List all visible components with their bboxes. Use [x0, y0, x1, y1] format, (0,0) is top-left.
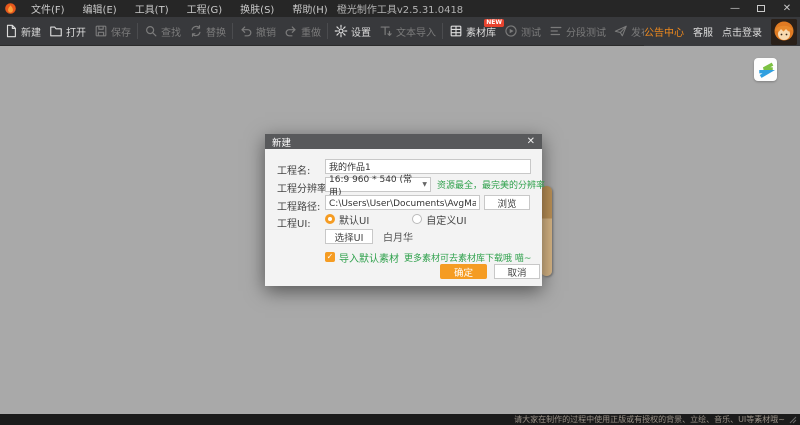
s-logo-icon: [757, 61, 775, 79]
resolution-label: 工程分辨率:: [277, 180, 330, 195]
default-ui-radio[interactable]: [325, 214, 335, 224]
menu-edit[interactable]: 编辑(E): [74, 1, 126, 16]
avatar-image: [771, 19, 797, 45]
play-circle-icon: [504, 24, 518, 38]
ok-button[interactable]: 确定: [440, 264, 487, 279]
menubar: 文件(F) 编辑(E) 工具(T) 工程(G) 换肤(S) 帮助(H) 橙光制作…: [0, 0, 800, 17]
dropdown-arrow-icon: ▼: [419, 181, 427, 188]
redo-button[interactable]: 重做: [280, 17, 325, 45]
ui-theme-name: 白月华: [383, 229, 413, 244]
replace-icon: [189, 24, 203, 38]
project-ui-label: 工程UI:: [277, 215, 311, 230]
segment-test-button[interactable]: 分段测试: [545, 17, 610, 45]
toolbar-label: 分段测试: [566, 24, 606, 39]
toolbar-label: 打开: [66, 24, 86, 39]
paper-plane-icon: [614, 24, 628, 38]
background-scroll-handle: [541, 186, 552, 276]
menu-skin[interactable]: 换肤(S): [231, 1, 283, 16]
toolbar-separator: [442, 23, 443, 39]
text-import-button[interactable]: 文本导入: [375, 17, 440, 45]
save-icon: [94, 24, 108, 38]
segment-list-icon: [549, 24, 563, 38]
replace-button[interactable]: 替换: [185, 17, 230, 45]
customer-service-link[interactable]: 客服: [693, 24, 713, 39]
open-folder-icon: [49, 24, 63, 38]
resolution-value: 16:9 960 * 540 (常用): [329, 172, 419, 198]
toolbar-label: 文本导入: [396, 24, 436, 39]
statusbar: 请大家在制作的过程中使用正版或有授权的背景、立绘、音乐、UI等素材哦~: [0, 414, 800, 425]
resolution-hint: 资源最全，最完美的分辨率: [437, 178, 545, 191]
undo-icon: [239, 24, 253, 38]
default-ui-radio-label: 默认UI: [339, 212, 369, 227]
window-controls: — ✕: [722, 0, 800, 17]
announcement-center-link[interactable]: 公告中心: [644, 24, 684, 39]
open-project-button[interactable]: 打开: [45, 17, 90, 45]
menu-help[interactable]: 帮助(H): [283, 1, 336, 16]
statusbar-notice: 请大家在制作的过程中使用正版或有授权的背景、立绘、音乐、UI等素材哦~: [514, 414, 785, 425]
user-avatar[interactable]: [771, 19, 797, 45]
login-link[interactable]: 点击登录: [722, 24, 762, 39]
minimize-button[interactable]: —: [722, 0, 748, 17]
material-library-button[interactable]: 素材库 NEW: [445, 17, 500, 45]
import-material-checkbox[interactable]: ✓: [325, 252, 335, 262]
toolbar-label: 保存: [111, 24, 131, 39]
custom-ui-radio[interactable]: [412, 214, 422, 224]
resolution-select[interactable]: 16:9 960 * 540 (常用) ▼: [325, 177, 431, 192]
redo-icon: [284, 24, 298, 38]
browse-button[interactable]: 浏览: [484, 195, 530, 210]
toolbar-label: 查找: [161, 24, 181, 39]
undo-button[interactable]: 撤销: [235, 17, 280, 45]
menu-tools[interactable]: 工具(T): [126, 1, 178, 16]
toolbar-separator: [137, 23, 138, 39]
app-logo-icon: [4, 2, 17, 15]
new-project-dialog: 新建 ✕ 工程名: 工程分辨率: 16:9 960 * 540 (常用) ▼ 资…: [265, 134, 542, 286]
toolbar-label: 新建: [21, 24, 41, 39]
toolbar-label: 设置: [351, 24, 371, 39]
maximize-button[interactable]: [748, 0, 774, 17]
settings-button[interactable]: 设置: [330, 17, 375, 45]
text-import-icon: [379, 24, 393, 38]
dialog-titlebar[interactable]: 新建 ✕: [265, 134, 542, 149]
toolbar-right: 公告中心 客服 点击登录: [644, 17, 800, 46]
app-window: { "window": { "title": "橙光制作工具v2.5.31.04…: [0, 0, 800, 425]
custom-ui-radio-label: 自定义UI: [426, 212, 466, 227]
resize-grip-icon[interactable]: [789, 416, 797, 424]
toolbar-label: 测试: [521, 24, 541, 39]
maximize-icon: [757, 5, 765, 12]
search-icon: [144, 24, 158, 38]
toolbar-separator: [327, 23, 328, 39]
desktop-shortcut[interactable]: [754, 58, 777, 81]
project-name-label: 工程名:: [277, 162, 310, 177]
dialog-title: 新建: [272, 135, 291, 149]
menu-file[interactable]: 文件(F): [22, 1, 74, 16]
dialog-close-button[interactable]: ✕: [527, 137, 535, 147]
test-button[interactable]: 测试: [500, 17, 545, 45]
toolbar-label: 撤销: [256, 24, 276, 39]
menu-project[interactable]: 工程(G): [178, 1, 232, 16]
save-button[interactable]: 保存: [90, 17, 135, 45]
import-material-label: 导入默认素材: [339, 250, 399, 265]
project-path-input[interactable]: [325, 195, 480, 210]
new-project-button[interactable]: 新建: [0, 17, 45, 45]
toolbar-label: 替换: [206, 24, 226, 39]
material-library-icon: [449, 24, 463, 38]
cancel-button[interactable]: 取消: [494, 264, 540, 279]
project-path-label: 工程路径:: [277, 198, 320, 213]
import-material-hint: 更多素材可去素材库下载哦 喵~: [404, 251, 531, 264]
find-button[interactable]: 查找: [140, 17, 185, 45]
gear-icon: [334, 24, 348, 38]
toolbar-separator: [232, 23, 233, 39]
window-title: 橙光制作工具v2.5.31.0418: [337, 1, 463, 16]
choose-ui-button[interactable]: 选择UI: [325, 229, 373, 244]
new-document-icon: [4, 24, 18, 38]
close-button[interactable]: ✕: [774, 0, 800, 17]
toolbar-label: 重做: [301, 24, 321, 39]
